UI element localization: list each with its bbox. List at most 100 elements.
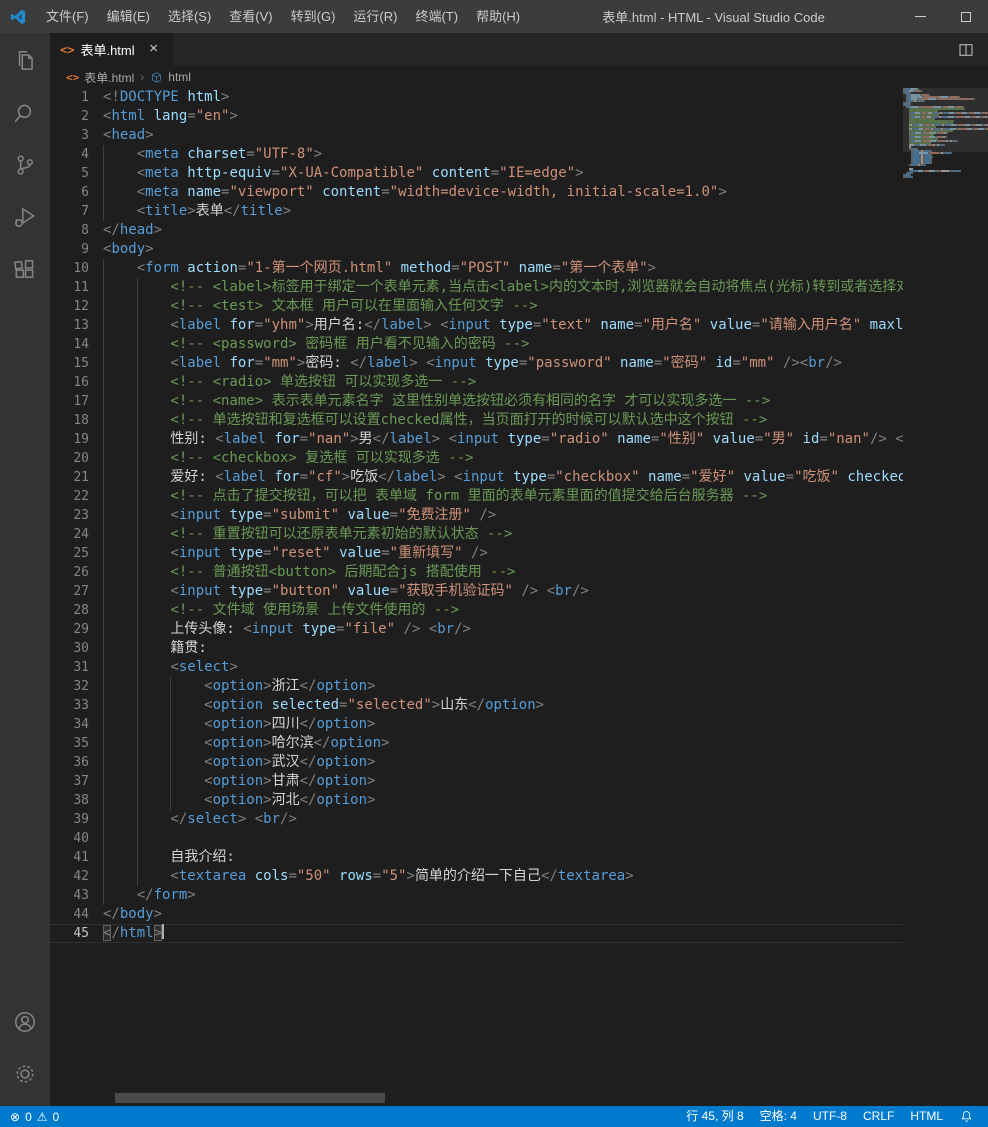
status-item[interactable]: CRLF — [855, 1106, 902, 1127]
code-line-text: <!-- 重置按钮可以还原表单元素初始的默认状态 --> — [103, 525, 903, 544]
code-line[interactable]: 6 <meta name="viewport" content="width=de… — [50, 183, 903, 202]
indent-guide — [170, 715, 172, 734]
status-item[interactable]: 空格: 4 — [752, 1106, 805, 1127]
code-line[interactable]: 44 </body> — [50, 905, 903, 924]
horizontal-scrollbar[interactable] — [115, 1093, 385, 1103]
activity-bar — [0, 33, 50, 1106]
code-line[interactable]: 10 <form action="1-第一个网页.html" method="PO… — [50, 259, 903, 278]
indent-guide — [103, 772, 104, 791]
tab-表单.html[interactable]: <> 表单.html × — [50, 33, 173, 66]
title-bar: 文件(F) 编辑(E) 选择(S) 查看(V) 转到(G) 运行(R) 终端(T) 帮助(H)… — [0, 0, 988, 33]
code-line[interactable]: 16 <!-- <radio> 单选按钮 可以实现多选一 --> — [50, 373, 903, 392]
explorer-icon[interactable] — [0, 37, 50, 85]
code-line[interactable]: 17 <!-- <name> 表示表单元素名字 这里性别单选按钮必须有相同的名字 … — [50, 392, 903, 411]
indent-guide — [103, 848, 104, 867]
code-line[interactable]: 39 </select> <br/> — [50, 810, 903, 829]
status-item[interactable]: UTF-8 — [805, 1106, 855, 1127]
code-line-text: <!-- <radio> 单选按钮 可以实现多选一 --> — [103, 373, 903, 392]
code-line[interactable]: 15 <label for="mm">密码: </label> <input ty… — [50, 354, 903, 373]
status-item[interactable]: HTML — [902, 1106, 951, 1127]
error-count: 0 — [25, 1109, 32, 1124]
status-item[interactable]: 行 45, 列 8 — [678, 1106, 751, 1127]
code-line[interactable]: 8 </head> — [50, 221, 903, 240]
code-line[interactable]: 30 籍贯: — [50, 639, 903, 658]
code-line[interactable]: 1 <!DOCTYPE html> — [50, 88, 903, 107]
code-line[interactable]: 2 <html lang="en"> — [50, 107, 903, 126]
window-title: 表单.html - HTML - Visual Studio Code — [602, 10, 825, 25]
problems-status[interactable]: ⊗ 0 ⚠ 0 — [10, 1110, 59, 1124]
indent-guide — [136, 582, 138, 601]
menu-item[interactable]: 终端(T) — [406, 0, 467, 33]
menu-item[interactable]: 转到(G) — [282, 0, 345, 33]
menu-item[interactable]: 查看(V) — [220, 0, 281, 33]
code-line[interactable]: 23 <input type="submit" value="免费注册" /> — [50, 506, 903, 525]
code-line[interactable]: 18 <!-- 单选按钮和复选框可以设置checked属性，当页面打开的时候可以默… — [50, 411, 903, 430]
line-number: 8 — [81, 223, 89, 238]
code-line[interactable]: 20 <!-- <checkbox> 复选框 可以实现多选 --> — [50, 449, 903, 468]
code-line[interactable]: 13 <label for="yhm">用户名:</label> <input t… — [50, 316, 903, 335]
code-line[interactable]: 4 <meta charset="UTF-8"> — [50, 145, 903, 164]
code-line[interactable]: 43 </form> — [50, 886, 903, 905]
code-line[interactable]: 38 <option>河北</option> — [50, 791, 903, 810]
indent-guide — [103, 829, 104, 848]
vscode-window: 文件(F) 编辑(E) 选择(S) 查看(V) 转到(G) 运行(R) 终端(T) 帮助(H)… — [0, 0, 988, 1127]
code-line[interactable]: 36 <option>武汉</option> — [50, 753, 903, 772]
code-line[interactable]: 27 <input type="button" value="获取手机验证码" /… — [50, 582, 903, 601]
extensions-icon[interactable] — [0, 245, 50, 293]
indent-guide — [103, 449, 104, 468]
breadcrumb-file[interactable]: 表单.html — [84, 69, 134, 86]
source-control-icon[interactable] — [0, 141, 50, 189]
line-number: 39 — [73, 812, 89, 827]
code-line-text: <option>浙江</option> — [103, 677, 903, 696]
code-line[interactable]: 41 自我介绍: — [50, 848, 903, 867]
indent-guide — [103, 715, 104, 734]
notifications-icon[interactable] — [951, 1109, 978, 1124]
minimize-icon[interactable] — [898, 0, 943, 33]
code-line[interactable]: 28 <!-- 文件域 使用场景 上传文件使用的 --> — [50, 601, 903, 620]
code-line[interactable]: 9 <body> — [50, 240, 903, 259]
code-line[interactable]: 32 <option>浙江</option> — [50, 677, 903, 696]
run-debug-icon[interactable] — [0, 193, 50, 241]
code-line[interactable]: 31 <select> — [50, 658, 903, 677]
code-line-text: <!DOCTYPE html> — [103, 89, 230, 105]
code-line[interactable]: 22 <!-- 点击了提交按钮，可以把 表单域 form 里面的表单元素里面的值提… — [50, 487, 903, 506]
code-line[interactable]: 34 <option>四川</option> — [50, 715, 903, 734]
code-line[interactable]: 37 <option>甘肃</option> — [50, 772, 903, 791]
vscode-logo-icon — [10, 9, 26, 24]
menu-item[interactable]: 文件(F) — [37, 0, 98, 33]
code-line[interactable]: 33 <option selected="selected">山东</option… — [50, 696, 903, 715]
indent-guide — [136, 753, 138, 772]
settings-icon[interactable] — [0, 1050, 50, 1098]
code-line[interactable]: 40 — [50, 829, 903, 848]
account-icon[interactable] — [0, 998, 50, 1046]
code-line[interactable]: 24 <!-- 重置按钮可以还原表单元素初始的默认状态 --> — [50, 525, 903, 544]
code-line[interactable]: 5 <meta http-equiv="X-UA-Compatible" cont… — [50, 164, 903, 183]
code-line[interactable]: 25 <input type="reset" value="重新填写" /> — [50, 544, 903, 563]
code-line[interactable]: 19 性别: <label for="nan">男</label> <input … — [50, 430, 903, 449]
search-icon[interactable] — [0, 89, 50, 137]
code-line[interactable]: 21 爱好: <label for="cf">吃饭</label> <input … — [50, 468, 903, 487]
indent-guide — [103, 354, 104, 373]
code-line[interactable]: 45 </html> — [50, 924, 903, 943]
close-icon[interactable]: × — [145, 41, 163, 59]
minimap-slider[interactable] — [903, 88, 988, 152]
code-line[interactable]: 29 上传头像: <input type="file" /> <br/> — [50, 620, 903, 639]
menu-item[interactable]: 编辑(E) — [98, 0, 159, 33]
code-line[interactable]: 7 <title>表单</title> — [50, 202, 903, 221]
menu-item[interactable]: 帮助(H) — [467, 0, 529, 33]
breadcrumb-symbol[interactable]: html — [168, 70, 191, 84]
code-line-text: </form> — [103, 886, 903, 905]
code-editor[interactable]: 1 <!DOCTYPE html> 2 <html lang="en"> 3 <head>… — [50, 88, 988, 1106]
code-line[interactable]: 42 <textarea cols="50" rows="5">简单的介绍一下自己… — [50, 867, 903, 886]
code-line[interactable]: 12 <!-- <test> 文本框 用户可以在里面输入任何文字 --> — [50, 297, 903, 316]
menu-item[interactable]: 运行(R) — [344, 0, 406, 33]
code-line[interactable]: 11 <!-- <label>标签用于绑定一个表单元素,当点击<label>内的文… — [50, 278, 903, 297]
code-line[interactable]: 26 <!-- 普通按钮<button> 后期配合js 搭配使用 --> — [50, 563, 903, 582]
code-line[interactable]: 35 <option>哈尔滨</option> — [50, 734, 903, 753]
menu-item[interactable]: 选择(S) — [159, 0, 220, 33]
code-line[interactable]: 3 <head> — [50, 126, 903, 145]
minimap[interactable] — [903, 88, 988, 198]
code-line[interactable]: 14 <!-- <password> 密码框 用户看不见输入的密码 --> — [50, 335, 903, 354]
maximize-icon[interactable] — [943, 0, 988, 33]
split-editor-icon[interactable] — [944, 33, 988, 66]
